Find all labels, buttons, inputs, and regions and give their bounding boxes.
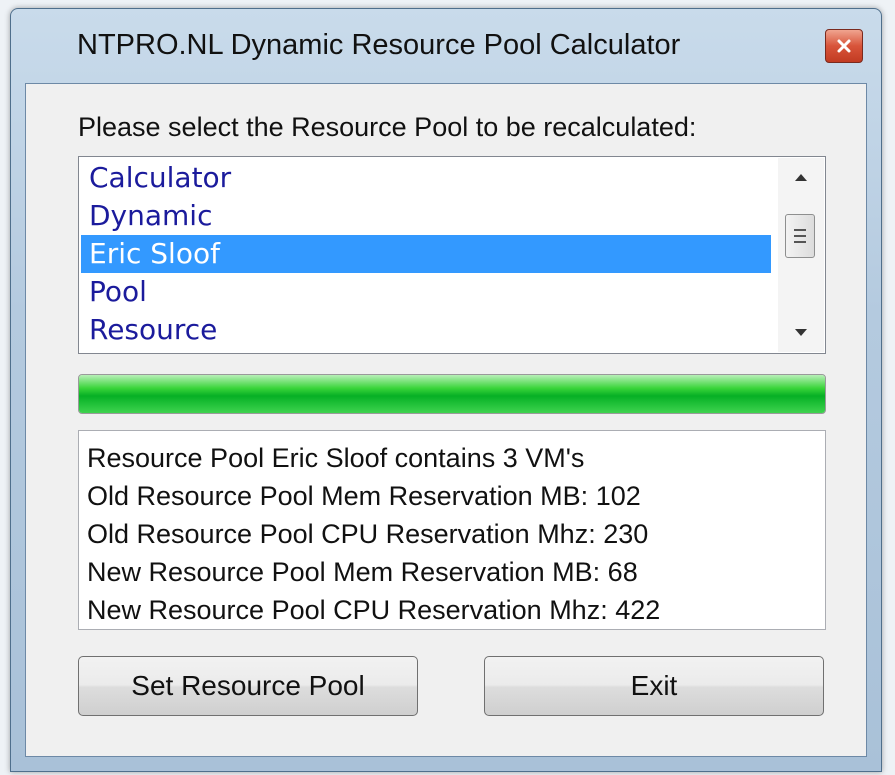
list-item[interactable]: Dynamic <box>81 197 771 235</box>
list-item[interactable]: Calculator <box>81 159 771 197</box>
close-icon <box>837 39 851 53</box>
scroll-up-arrow-icon <box>795 174 807 181</box>
scroll-up-button[interactable] <box>778 158 824 196</box>
list-item[interactable]: Eric Sloof <box>81 235 771 273</box>
progress-bar <box>78 374 826 414</box>
scroll-down-button[interactable] <box>778 314 824 352</box>
output-line: Old Resource Pool Mem Reservation MB: 10… <box>87 481 641 511</box>
close-button[interactable] <box>825 29 863 63</box>
grip-line <box>794 235 806 237</box>
output-line: New Resource Pool CPU Reservation Mhz: 4… <box>87 595 661 625</box>
list-item[interactable]: Pool <box>81 273 771 311</box>
listbox-items: Calculator Dynamic Eric Sloof Pool Resource <box>81 159 771 349</box>
scroll-thumb[interactable] <box>785 214 815 258</box>
progress-bar-fill <box>79 375 825 413</box>
list-item[interactable]: Resource <box>81 311 771 349</box>
calculator-window: NTPRO.NL Dynamic Resource Pool Calculato… <box>10 8 882 772</box>
output-line: Old Resource Pool CPU Reservation Mhz: 2… <box>87 519 649 549</box>
output-line: New Resource Pool Mem Reservation MB: 68 <box>87 557 638 587</box>
title-bar[interactable]: NTPRO.NL Dynamic Resource Pool Calculato… <box>11 9 881 83</box>
window-title: NTPRO.NL Dynamic Resource Pool Calculato… <box>77 29 681 61</box>
exit-button[interactable]: Exit <box>484 656 824 716</box>
output-line: Resource Pool Eric Sloof contains 3 VM's <box>87 443 585 473</box>
grip-line <box>794 229 806 231</box>
dialog-body: Please select the Resource Pool to be re… <box>25 83 867 757</box>
result-output-box: Resource Pool Eric Sloof contains 3 VM's… <box>78 430 826 630</box>
scroll-down-arrow-icon <box>795 329 807 336</box>
set-resource-pool-button[interactable]: Set Resource Pool <box>78 656 418 716</box>
select-pool-label: Please select the Resource Pool to be re… <box>78 112 697 142</box>
grip-line <box>794 241 806 243</box>
listbox-scrollbar[interactable] <box>778 158 824 352</box>
resource-pool-listbox[interactable]: Calculator Dynamic Eric Sloof Pool Resource <box>78 156 826 354</box>
